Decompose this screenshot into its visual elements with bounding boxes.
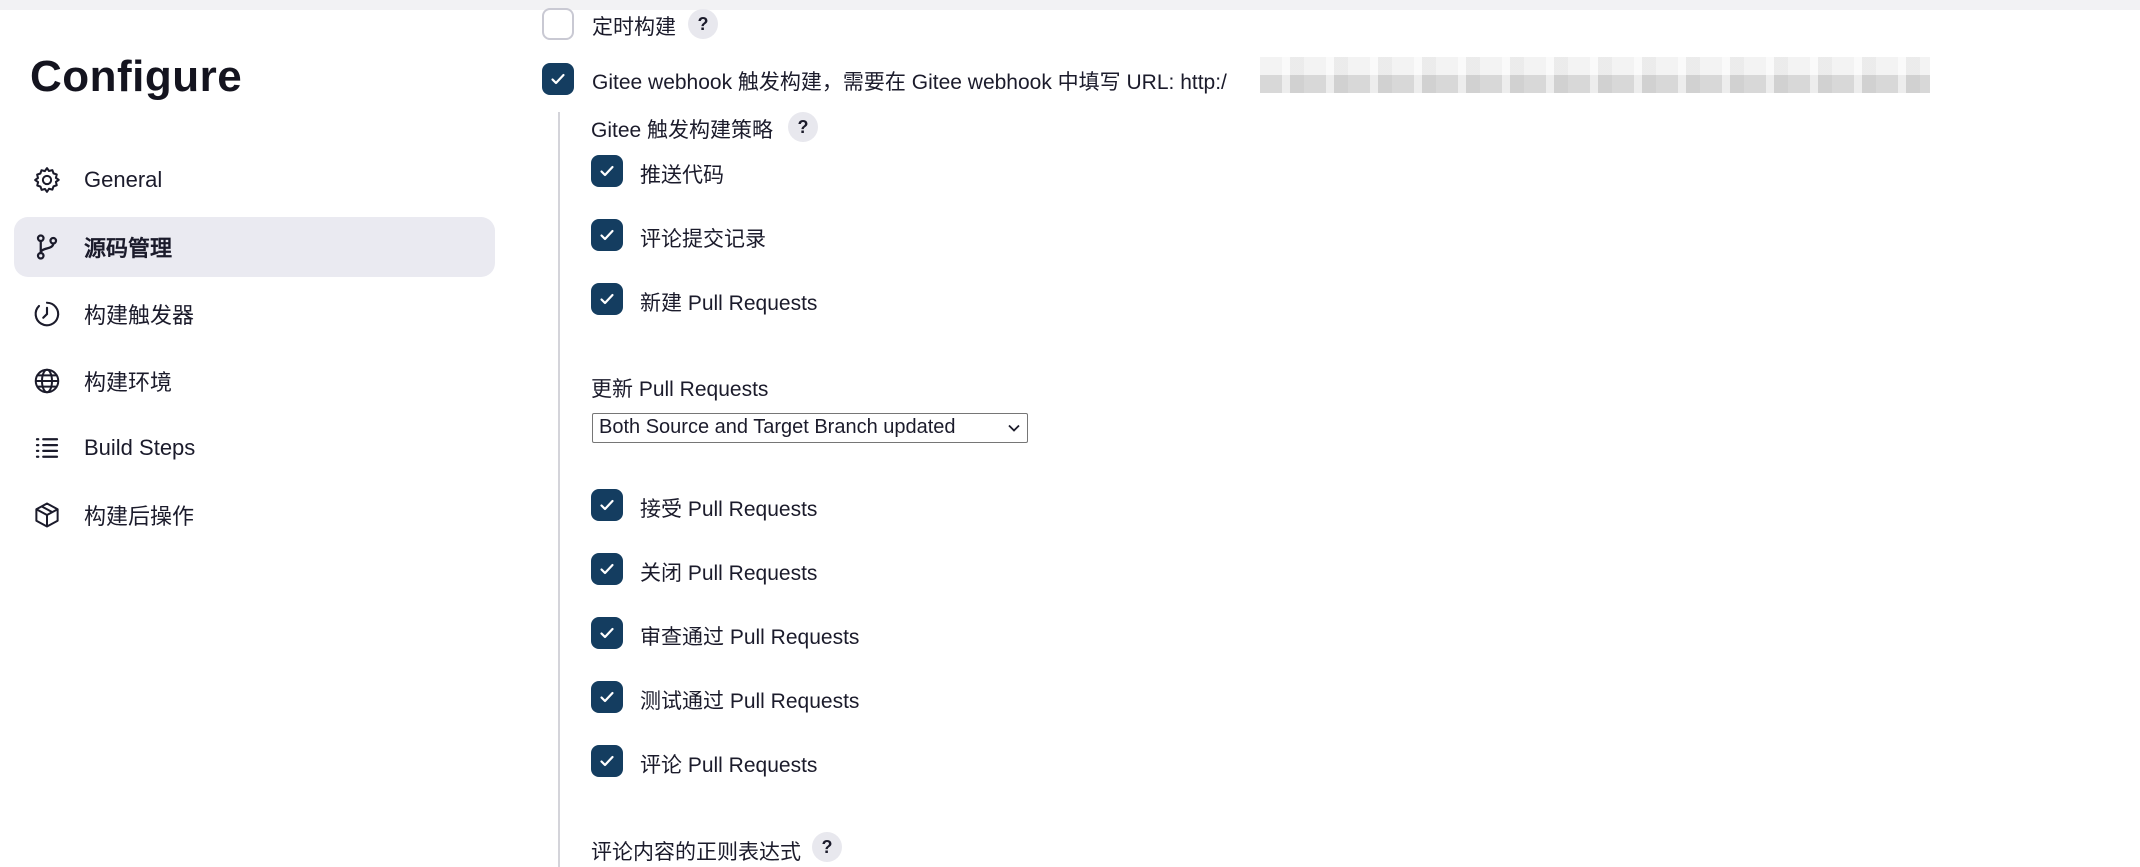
update-pr-select[interactable]: Both Source and Target Branch updated: [592, 413, 1028, 443]
new-pr-checkbox[interactable]: [591, 283, 623, 315]
build-triggers-section: 定时构建 ? Gitee webhook 触发构建，需要在 Gitee webh…: [540, 0, 2140, 867]
close-pr-label: 关闭 Pull Requests: [640, 562, 818, 585]
sidebar-item-label: 构建环境: [84, 370, 173, 395]
checkmark-icon: [600, 627, 614, 639]
sidebar-item-build-steps[interactable]: Build Steps: [14, 418, 495, 478]
accept-pr-checkbox[interactable]: [591, 489, 623, 521]
clock-icon: [32, 299, 62, 329]
globe-icon: [32, 366, 62, 396]
checkmark-icon: [600, 691, 614, 703]
close-pr-checkbox[interactable]: [591, 553, 623, 585]
push-code-label: 推送代码: [640, 164, 724, 187]
sidebar-item-label: 构建触发器: [84, 303, 195, 328]
sidebar-item-build-triggers[interactable]: 构建触发器: [14, 284, 495, 344]
webhook-url-redacted: [1260, 57, 1930, 93]
gitee-webhook-label: Gitee webhook 触发构建，需要在 Gitee webhook 中填写…: [592, 71, 1227, 94]
comment-regex-label: 评论内容的正则表达式: [591, 841, 801, 864]
checkmark-icon: [600, 229, 614, 241]
checkmark-icon: [600, 293, 614, 305]
new-pr-label: 新建 Pull Requests: [640, 292, 818, 315]
gear-icon: [32, 165, 62, 195]
sidebar-item-label: General: [84, 167, 163, 192]
sidebar-item-label: Build Steps: [84, 435, 196, 460]
help-icon[interactable]: ?: [788, 112, 818, 142]
accept-pr-label: 接受 Pull Requests: [640, 498, 818, 521]
sidebar-item-source-management[interactable]: 源码管理: [14, 217, 495, 277]
sidebar-item-label: 构建后操作: [84, 504, 195, 529]
strategy-title: Gitee 触发构建策略: [591, 119, 774, 142]
scheduled-build-label: 定时构建: [592, 16, 676, 39]
sidebar-item-post-build-actions[interactable]: 构建后操作: [14, 485, 495, 545]
comment-pr-label: 评论 Pull Requests: [640, 754, 818, 777]
section-divider: [558, 112, 560, 867]
gitee-webhook-checkbox[interactable]: [542, 63, 574, 95]
review-pr-label: 审查通过 Pull Requests: [640, 626, 860, 649]
comment-commit-checkbox[interactable]: [591, 219, 623, 251]
package-icon: [32, 500, 62, 530]
push-code-checkbox[interactable]: [591, 155, 623, 187]
checkmark-icon: [551, 73, 565, 85]
checkmark-icon: [600, 499, 614, 511]
comment-commit-label: 评论提交记录: [640, 228, 766, 251]
chevron-down-icon: [1007, 416, 1021, 443]
sidebar-item-build-environment[interactable]: 构建环境: [14, 351, 495, 411]
checkmark-icon: [600, 755, 614, 767]
test-pr-label: 测试通过 Pull Requests: [640, 690, 860, 713]
update-pr-label: 更新 Pull Requests: [591, 378, 769, 401]
page-title: Configure: [30, 52, 243, 101]
update-pr-selected-value: Both Source and Target Branch updated: [599, 416, 956, 438]
help-icon[interactable]: ?: [688, 9, 718, 39]
sidebar-item-label: 源码管理: [84, 236, 173, 261]
branch-icon: [32, 232, 62, 262]
comment-pr-checkbox[interactable]: [591, 745, 623, 777]
list-icon: [32, 433, 62, 463]
sidebar-nav: General 源码管理 构建触发器 构建环境 Build Steps 构建后操…: [14, 150, 495, 552]
sidebar-item-general[interactable]: General: [14, 150, 495, 210]
review-pr-checkbox[interactable]: [591, 617, 623, 649]
checkmark-icon: [600, 563, 614, 575]
help-icon[interactable]: ?: [812, 832, 842, 862]
scheduled-build-checkbox[interactable]: [542, 8, 574, 40]
test-pr-checkbox[interactable]: [591, 681, 623, 713]
sidebar: Configure General 源码管理 构建触发器 构建环境 Build …: [0, 0, 510, 867]
checkmark-icon: [600, 165, 614, 177]
